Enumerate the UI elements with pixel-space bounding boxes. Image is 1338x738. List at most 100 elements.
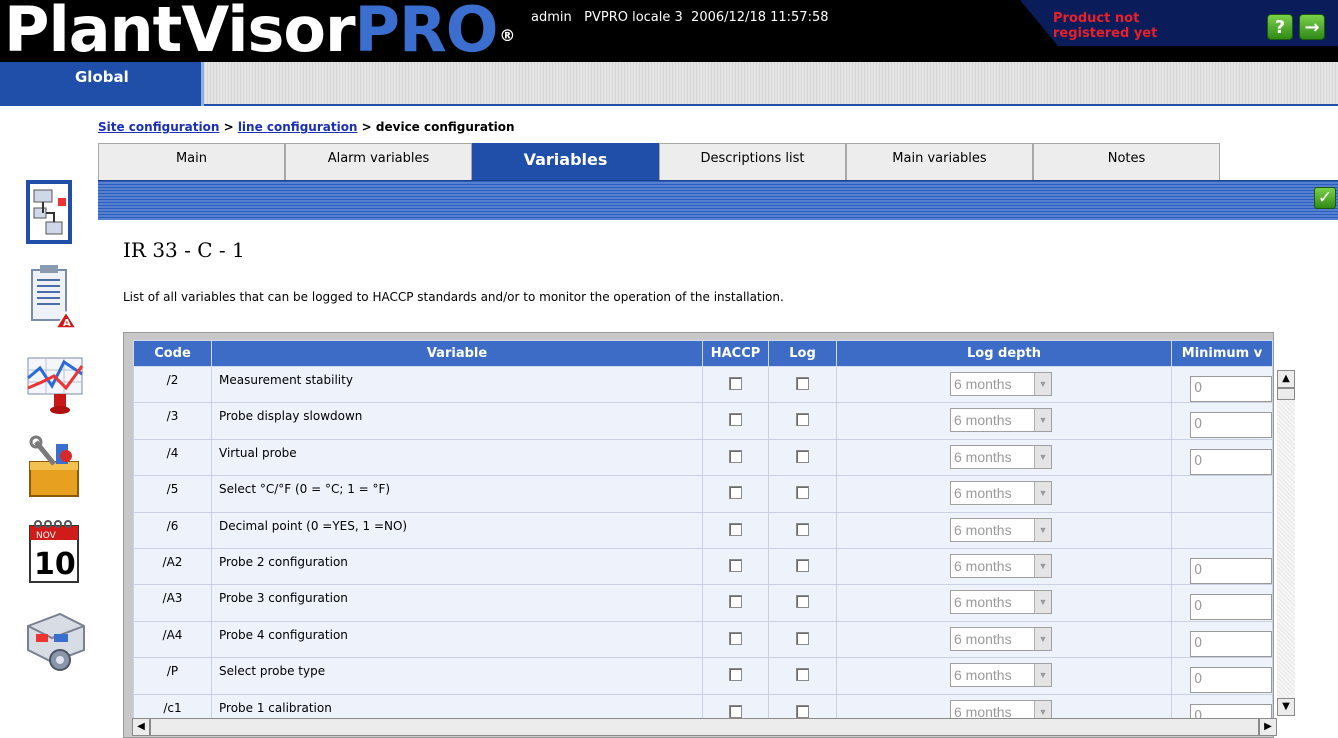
log-depth-select[interactable]: 6 months ▼ — [950, 590, 1052, 615]
haccp-checkbox[interactable] — [729, 704, 742, 718]
log-checkbox[interactable] — [796, 631, 809, 645]
column-header-variable[interactable]: Variable — [211, 340, 703, 367]
variable-cell: Virtual probe — [211, 438, 703, 477]
graph-icon[interactable] — [20, 348, 90, 418]
device-title: IR 33 - C - 1 — [123, 238, 245, 262]
log-checkbox[interactable] — [796, 668, 809, 682]
log-depth-select[interactable]: 6 months ▼ — [950, 481, 1052, 506]
haccp-checkbox[interactable] — [729, 631, 742, 645]
column-header-code[interactable]: Code — [133, 340, 212, 367]
variable-cell: Decimal point (0 =YES, 1 =NO) — [211, 511, 703, 549]
minimum-cell: 0 — [1171, 657, 1273, 695]
plant-layout-icon[interactable] — [20, 604, 90, 674]
minimum-cell: 0 — [1171, 620, 1273, 659]
chevron-down-icon: ▼ — [1034, 627, 1051, 650]
horizontal-scrollbar[interactable]: ◀ ▶ — [132, 718, 1277, 736]
log-cell — [768, 402, 837, 440]
breadcrumb: Site configuration > line configuration … — [98, 120, 515, 134]
column-header-log[interactable]: Log — [768, 340, 837, 367]
breadcrumb-site-configuration[interactable]: Site configuration — [98, 120, 219, 134]
log-depth-value: 6 months — [954, 521, 1012, 538]
log-depth-select[interactable]: 6 months ▼ — [950, 663, 1052, 688]
minimum-value-input[interactable]: 0 — [1190, 594, 1272, 621]
haccp-checkbox[interactable] — [729, 377, 742, 390]
log-depth-cell: 6 months ▼ — [836, 657, 1172, 695]
log-checkbox[interactable] — [796, 486, 809, 500]
scroll-right-button[interactable]: ▶ — [1259, 718, 1277, 736]
global-tab[interactable]: Global — [0, 62, 204, 106]
log-depth-select[interactable]: 6 months ▼ — [950, 408, 1052, 433]
haccp-checkbox[interactable] — [729, 668, 742, 682]
tab-main[interactable]: Main — [98, 143, 285, 180]
table-row: /4 Virtual probe 6 months ▼ 0 — [133, 438, 1273, 477]
haccp-checkbox[interactable] — [729, 413, 742, 427]
vertical-scrollbar[interactable]: ▲ ▼ — [1277, 370, 1295, 716]
tab-notes[interactable]: Notes — [1033, 143, 1220, 180]
minimum-value-input[interactable]: 0 — [1190, 630, 1272, 657]
log-checkbox[interactable] — [796, 413, 809, 427]
haccp-cell — [702, 620, 769, 659]
haccp-checkbox[interactable] — [729, 522, 742, 536]
registered-mark: ® — [499, 26, 515, 45]
logout-button[interactable]: → — [1299, 14, 1325, 40]
global-tab-label: Global — [75, 68, 129, 86]
log-checkbox[interactable] — [796, 449, 809, 463]
help-button[interactable]: ? — [1267, 14, 1293, 40]
tab-main-variables[interactable]: Main variables — [846, 143, 1033, 180]
code-cell: /3 — [133, 402, 212, 440]
haccp-checkbox[interactable] — [729, 558, 742, 572]
table-row: /A3 Probe 3 configuration 6 months ▼ 0 — [133, 584, 1273, 622]
haccp-cell — [702, 475, 769, 513]
variable-cell: Probe 2 configuration — [211, 547, 703, 586]
arrow-down-icon: ▼ — [1282, 701, 1290, 712]
tab-descriptions-list[interactable]: Descriptions list — [659, 143, 846, 180]
table-row: /6 Decimal point (0 =YES, 1 =NO) 6 months ▼ — [133, 511, 1273, 549]
breadcrumb-current: device configuration — [375, 120, 515, 134]
log-depth-select[interactable]: 6 months ▼ — [950, 372, 1052, 396]
log-checkbox[interactable] — [796, 558, 809, 572]
minimum-value-input[interactable]: 0 — [1190, 557, 1272, 584]
save-button[interactable]: ✓ — [1314, 187, 1336, 209]
breadcrumb-line-configuration[interactable]: line configuration — [238, 120, 358, 134]
minimum-value-input[interactable]: 0 — [1190, 376, 1272, 402]
chevron-down-icon: ▼ — [1034, 445, 1051, 468]
column-header-haccp[interactable]: HACCP — [702, 340, 769, 367]
registration-warning: Product not registered yet — [1053, 11, 1158, 41]
variable-cell: Measurement stability — [211, 365, 703, 404]
log-checkbox[interactable] — [796, 704, 809, 718]
log-depth-cell: 6 months ▼ — [836, 475, 1172, 513]
help-icon: ? — [1274, 17, 1286, 38]
scroll-left-button[interactable]: ◀ — [132, 718, 150, 736]
calendar-icon[interactable]: NOV 10 — [20, 518, 90, 588]
log-depth-cell: 6 months ▼ — [836, 547, 1172, 586]
tools-icon[interactable] — [20, 432, 90, 502]
log-checkbox[interactable] — [796, 595, 809, 609]
tab-content-band — [98, 180, 1338, 220]
alarm-report-icon[interactable]: A — [20, 262, 90, 332]
scroll-up-button[interactable]: ▲ — [1277, 370, 1295, 388]
tab-alarm-variables[interactable]: Alarm variables — [285, 143, 472, 180]
site-config-icon[interactable] — [20, 178, 90, 248]
minimum-value-input[interactable]: 0 — [1190, 412, 1272, 439]
minimum-value-input[interactable]: 0 — [1190, 448, 1272, 475]
tab-variables[interactable]: Variables — [472, 143, 659, 180]
log-checkbox[interactable] — [796, 522, 809, 536]
log-depth-select[interactable]: 6 months ▼ — [950, 626, 1052, 651]
horizontal-scroll-thumb[interactable] — [150, 718, 1259, 736]
minimum-value-input[interactable]: 0 — [1190, 667, 1272, 694]
vertical-scroll-thumb[interactable] — [1277, 388, 1295, 400]
haccp-checkbox[interactable] — [729, 595, 742, 609]
minimum-cell: 0 — [1171, 438, 1273, 477]
table-header-row: Code Variable HACCP Log Log depth Minimu… — [133, 340, 1273, 367]
log-checkbox[interactable] — [796, 377, 809, 390]
log-depth-select[interactable]: 6 months ▼ — [950, 444, 1052, 469]
column-header-minimum[interactable]: Minimum v — [1171, 340, 1273, 367]
scroll-down-button[interactable]: ▼ — [1277, 698, 1295, 716]
haccp-checkbox[interactable] — [729, 449, 742, 463]
column-header-log-depth[interactable]: Log depth — [836, 340, 1172, 367]
log-depth-select[interactable]: 6 months ▼ — [950, 553, 1052, 578]
table-row: /5 Select °C/°F (0 = °C; 1 = °F) 6 months ▼ — [133, 475, 1273, 513]
log-depth-select[interactable]: 6 months ▼ — [950, 517, 1052, 542]
global-bar: Global — [0, 62, 1338, 106]
haccp-checkbox[interactable] — [729, 486, 742, 500]
